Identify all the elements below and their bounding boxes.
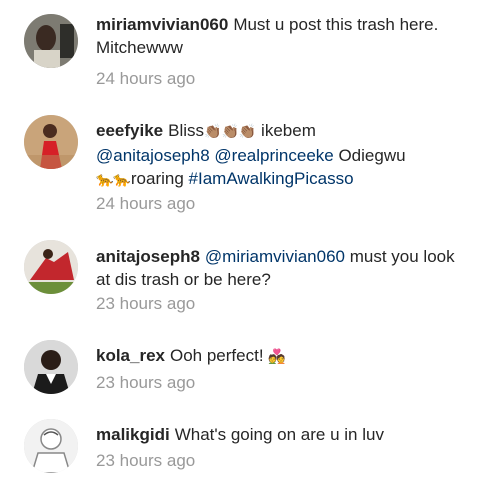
avatar[interactable] [24, 240, 78, 294]
avatar[interactable] [24, 419, 78, 473]
comment-timestamp: 23 hours ago [96, 451, 196, 470]
comment-mention[interactable]: @anitajoseph8 [96, 146, 210, 165]
comment-username[interactable]: eeefyike [96, 121, 163, 140]
couple-with-heart-icon: 💑 [268, 349, 286, 365]
avatar[interactable] [24, 340, 78, 394]
comment-text: roaring [130, 169, 184, 188]
comment-text: Odiegwu [333, 146, 406, 165]
comment-username[interactable]: miriamvivian060 [96, 15, 228, 34]
comment-timestamp: 24 hours ago [96, 194, 196, 213]
avatar[interactable] [24, 115, 78, 169]
comment-timestamp: 23 hours ago [96, 294, 196, 313]
comment-text: What's going on are u in luv [174, 425, 384, 444]
avatar[interactable] [24, 14, 78, 68]
comment-username[interactable]: kola_rex [96, 346, 165, 365]
comment-timestamp: 24 hours ago [96, 69, 196, 88]
comment-text: ikebem [256, 121, 316, 140]
comment-mention[interactable]: @miriamvivian060 [205, 247, 345, 266]
comment-hashtag[interactable]: #IamAwalkingPicasso [189, 169, 354, 188]
comment-username[interactable]: malikgidi [96, 425, 170, 444]
comment-timestamp: 23 hours ago [96, 373, 196, 392]
comment-username[interactable]: anitajoseph8 [96, 247, 200, 266]
leopard-icon: 🐆🐆 [96, 172, 131, 188]
clapping-hands-icon: 👏🏽👏🏽👏🏽 [204, 124, 257, 140]
comment-text: Ooh perfect! [170, 346, 264, 365]
comment-mention[interactable]: @realprinceeke [214, 146, 333, 165]
comment-text: Bliss [168, 121, 205, 140]
